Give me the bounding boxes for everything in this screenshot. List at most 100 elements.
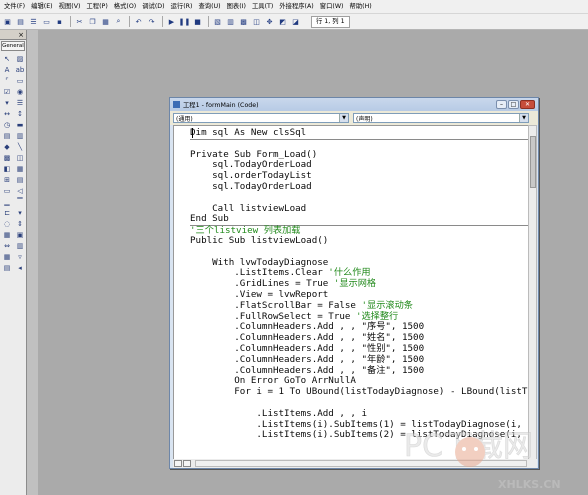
minimize-button[interactable]: – <box>496 100 507 109</box>
menu-item[interactable]: 文件(F) <box>1 0 28 14</box>
paste-icon[interactable]: ▦ <box>100 16 111 27</box>
code-line-text: On Error GoTo ArrNullA <box>190 375 356 387</box>
cut-icon[interactable]: ✂ <box>74 16 85 27</box>
menu-item[interactable]: 查询(U) <box>196 0 224 14</box>
flatscrollbar-icon[interactable]: ⇔ <box>1 240 13 251</box>
frame-icon[interactable]: ⌜ <box>1 75 13 86</box>
datalist-icon[interactable]: ▤ <box>1 262 13 273</box>
break-icon[interactable]: ❚❚ <box>179 16 191 27</box>
tabstrip-icon[interactable]: ⊏ <box>1 207 13 218</box>
commandbutton-icon[interactable]: ▭ <box>14 75 26 86</box>
toolbox-icon[interactable]: ✥ <box>264 16 275 27</box>
maximize-button[interactable]: □ <box>508 100 519 109</box>
data-icon[interactable]: ◫ <box>14 152 26 163</box>
save-icon[interactable]: ▪ <box>54 16 65 27</box>
updown-icon[interactable]: ⇕ <box>14 218 26 229</box>
shape-icon[interactable]: ◆ <box>1 141 13 152</box>
menu-item[interactable]: 编辑(E) <box>28 0 56 14</box>
code-window-titlebar[interactable]: 工程1 - formMain (Code) – □ ✕ <box>170 98 538 111</box>
add-form-icon[interactable]: ▤ <box>15 16 26 27</box>
procedure-combo[interactable]: (声明) ▼ <box>353 113 529 123</box>
code-line[interactable]: sql.TodayOrderLoad <box>190 181 529 193</box>
toolbar-icon[interactable]: ▔ <box>14 196 26 207</box>
filelistbox-icon[interactable]: ▥ <box>14 130 26 141</box>
menu-item[interactable]: 帮助(H) <box>347 0 375 14</box>
menu-item[interactable]: 调试(D) <box>139 0 167 14</box>
close-button[interactable]: ✕ <box>520 100 535 109</box>
chevron-down-icon[interactable]: ▼ <box>339 114 348 122</box>
code-line-text: With lvwTodayDiagnose <box>190 256 329 268</box>
drivelistbox-icon[interactable]: ▬ <box>14 119 26 130</box>
open-icon[interactable]: ▭ <box>41 16 52 27</box>
datagrid-icon[interactable]: ▦ <box>1 251 13 262</box>
code-window-title: 工程1 - formMain (Code) <box>183 102 259 109</box>
redo-icon[interactable]: ↷ <box>146 16 157 27</box>
treeview-icon[interactable]: ⊞ <box>1 174 13 185</box>
code-line-text: Public Sub listviewLoad() <box>190 234 329 246</box>
combobox-icon[interactable]: ▾ <box>1 97 13 108</box>
hscrollbar-icon[interactable]: ↔ <box>1 108 13 119</box>
dirlistbox-icon[interactable]: ▤ <box>1 130 13 141</box>
progressbar-icon[interactable]: ▭ <box>1 185 13 196</box>
code-line[interactable]: Call listviewLoad <box>190 203 529 215</box>
full-module-view-button[interactable] <box>183 460 191 467</box>
coolbar-icon[interactable]: ▥ <box>14 240 26 251</box>
undo-icon[interactable]: ↶ <box>133 16 144 27</box>
datacombo-icon[interactable]: ▿ <box>14 251 26 262</box>
form-layout-icon[interactable]: ▩ <box>238 16 249 27</box>
close-icon[interactable]: × <box>18 31 24 39</box>
picturebox-icon[interactable]: ▨ <box>14 53 26 64</box>
textbox-icon[interactable]: ab <box>14 64 26 75</box>
code-line-text: .ColumnHeaders.Add , , "序号", 1500 <box>190 321 425 333</box>
menu-item[interactable]: 窗口(W) <box>317 0 347 14</box>
animation-icon[interactable]: ◌ <box>1 218 13 229</box>
checkbox-icon[interactable]: ☑ <box>1 86 13 97</box>
chevron-down-icon[interactable]: ▼ <box>519 114 528 122</box>
code-line[interactable]: Public Sub listviewLoad() <box>190 234 529 247</box>
project-explorer-icon[interactable]: ▧ <box>212 16 223 27</box>
menu-item[interactable]: 格式(O) <box>111 0 139 14</box>
toolbox-tab-general[interactable]: General <box>1 41 25 51</box>
code-line[interactable]: Dim sql As New clsSql <box>190 127 529 139</box>
listview-icon[interactable]: ▤ <box>14 174 26 185</box>
menu-item[interactable]: 图表(I) <box>224 0 249 14</box>
visual-component-manager-icon[interactable]: ◪ <box>290 16 301 27</box>
image-icon[interactable]: ▩ <box>1 152 13 163</box>
object-browser-icon[interactable]: ◫ <box>251 16 262 27</box>
statusbar-icon[interactable]: ▁ <box>1 196 13 207</box>
menu-item[interactable]: 工程(P) <box>83 0 110 14</box>
code-line-text: .ColumnHeaders.Add , , "备注", 1500 <box>190 364 425 376</box>
code-line[interactable]: End Sub <box>190 213 529 225</box>
slider-icon[interactable]: ◁ <box>14 185 26 196</box>
copy-icon[interactable]: ❐ <box>87 16 98 27</box>
listbox-icon[interactable]: ☰ <box>14 97 26 108</box>
timer-icon[interactable]: ◷ <box>1 119 13 130</box>
optionbutton-icon[interactable]: ◉ <box>14 86 26 97</box>
dtpicker-icon[interactable]: ▣ <box>14 229 26 240</box>
scrollbar-thumb[interactable] <box>530 136 536 188</box>
menu-item[interactable]: 工具(T) <box>249 0 276 14</box>
object-combo[interactable]: (通用) ▼ <box>173 113 349 123</box>
label-icon[interactable]: A <box>1 64 13 75</box>
menu-item[interactable]: 视图(V) <box>56 0 84 14</box>
ole-icon[interactable]: ◧ <box>1 163 13 174</box>
end-icon[interactable]: ■ <box>192 16 203 27</box>
data-view-icon[interactable]: ◩ <box>277 16 288 27</box>
imagecombo-icon[interactable]: ▾ <box>14 207 26 218</box>
start-icon[interactable]: ▶ <box>166 16 177 27</box>
watermark-logo-icon <box>455 437 485 467</box>
imagelist-icon[interactable]: ▦ <box>14 163 26 174</box>
properties-window-icon[interactable]: ▥ <box>225 16 236 27</box>
monthview-icon[interactable]: ▦ <box>1 229 13 240</box>
line-icon[interactable]: ╲ <box>14 141 26 152</box>
menu-editor-icon[interactable]: ☰ <box>28 16 39 27</box>
add-project-icon[interactable]: ▣ <box>2 16 13 27</box>
procedure-view-button[interactable] <box>174 460 182 467</box>
menu-item[interactable]: 外接程序(A) <box>276 0 316 14</box>
vscrollbar-icon[interactable]: ↕ <box>14 108 26 119</box>
code-line-text: .FlatScrollBar = False <box>190 299 362 311</box>
pointer-icon[interactable]: ↖ <box>1 53 13 64</box>
menu-item[interactable]: 运行(R) <box>168 0 196 14</box>
adodc-icon[interactable]: ◂ <box>14 262 26 273</box>
find-icon[interactable]: ⌕ <box>113 16 124 27</box>
